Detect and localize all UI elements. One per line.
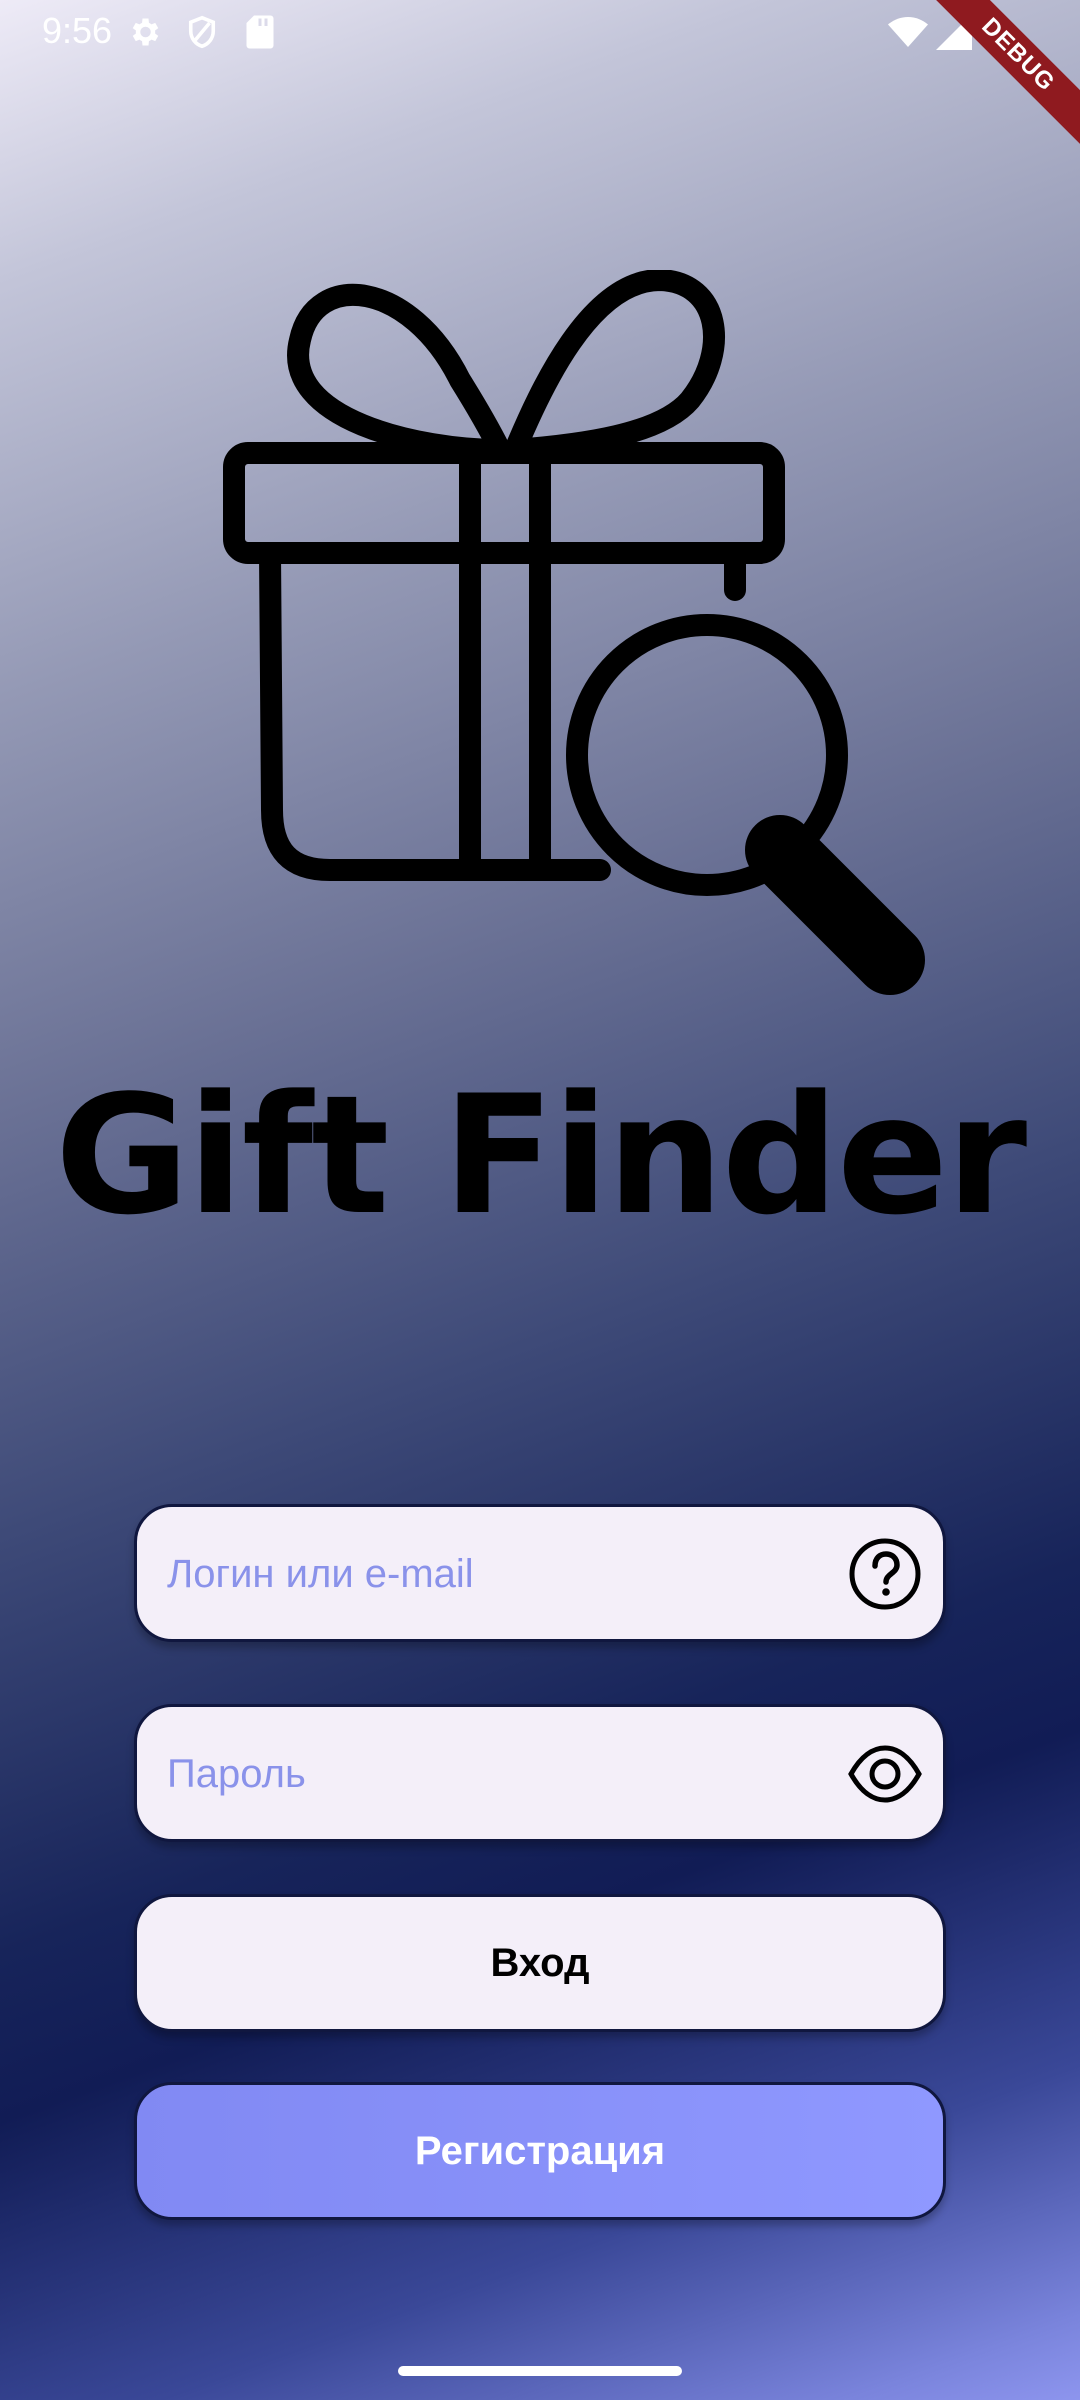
home-indicator[interactable] (398, 2366, 682, 2376)
wifi-icon (888, 17, 928, 47)
password-input[interactable] (165, 1707, 809, 1841)
eye-icon[interactable] (847, 1736, 923, 1812)
debug-banner: DEBUG (930, 0, 1080, 150)
login-input[interactable] (165, 1507, 809, 1641)
help-circle-icon[interactable] (847, 1536, 923, 1612)
status-bar: 9:56 (0, 0, 1080, 64)
sd-card-icon (246, 15, 274, 49)
debug-label: DEBUG (930, 0, 1080, 150)
shield-icon (188, 15, 216, 49)
register-button[interactable]: Регистрация (134, 2082, 946, 2220)
gift-search-logo-icon (223, 270, 925, 995)
login-field[interactable] (134, 1504, 946, 1642)
login-button[interactable]: Вход (134, 1894, 946, 2032)
gear-icon (132, 18, 159, 46)
status-time: 9:56 (42, 10, 113, 51)
app-title: Gift Finder (54, 1060, 1027, 1251)
password-field[interactable] (134, 1704, 946, 1842)
